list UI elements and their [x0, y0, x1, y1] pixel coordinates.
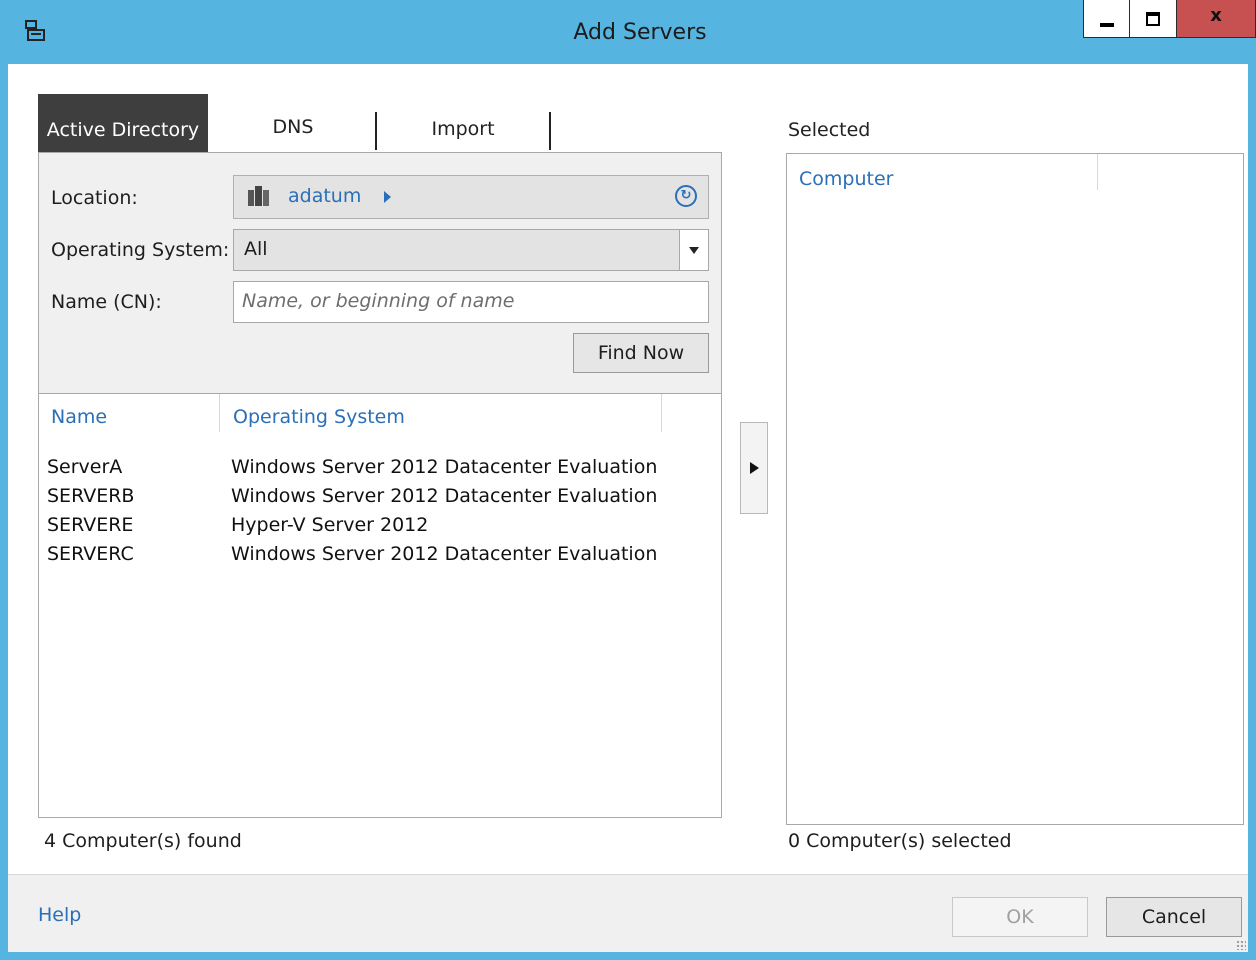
row-os: Windows Server 2012 Datacenter Evaluatio…	[231, 456, 658, 478]
row-os: Windows Server 2012 Datacenter Evaluatio…	[231, 485, 658, 507]
table-row[interactable]: SERVERC Windows Server 2012 Datacenter E…	[47, 543, 707, 572]
chevron-down-icon[interactable]	[679, 230, 708, 270]
refresh-icon[interactable]: ↻	[675, 185, 697, 207]
column-header-computer[interactable]: Computer	[799, 168, 893, 190]
tab-divider	[375, 112, 377, 150]
name-label: Name (CN):	[51, 291, 162, 313]
selected-label: Selected	[788, 119, 871, 141]
resize-grip-icon[interactable]	[1236, 940, 1246, 950]
table-row[interactable]: SERVERE Hyper-V Server 2012	[47, 514, 707, 543]
ok-button[interactable]: OK	[952, 897, 1088, 937]
find-now-button[interactable]: Find Now	[573, 333, 709, 373]
domain-icon	[248, 186, 269, 206]
close-button[interactable]: x	[1177, 0, 1256, 38]
results-rows: ServerA Windows Server 2012 Datacenter E…	[47, 456, 707, 572]
location-value[interactable]: adatum	[288, 185, 361, 207]
column-header-name[interactable]: Name	[51, 406, 107, 428]
tab-dns[interactable]: DNS	[243, 94, 343, 152]
add-to-selected-button[interactable]	[740, 422, 768, 514]
row-os: Windows Server 2012 Datacenter Evaluatio…	[231, 543, 658, 565]
chevron-right-icon[interactable]	[384, 191, 391, 203]
help-link[interactable]: Help	[38, 904, 81, 926]
dialog-client: Active Directory DNS Import Location: ad…	[8, 64, 1248, 952]
location-label: Location:	[51, 187, 138, 209]
close-icon: x	[1210, 5, 1222, 26]
column-divider	[1097, 154, 1098, 190]
tab-divider	[549, 112, 551, 150]
location-selector[interactable]: adatum ↻	[233, 175, 709, 219]
title-bar: Add Servers x	[0, 0, 1256, 64]
os-label: Operating System:	[51, 239, 230, 261]
column-divider	[219, 394, 220, 432]
maximize-button[interactable]	[1130, 0, 1177, 38]
row-name: ServerA	[47, 456, 123, 478]
os-dropdown[interactable]: All	[233, 229, 709, 271]
row-os: Hyper-V Server 2012	[231, 514, 429, 536]
search-criteria-panel: Location: adatum ↻ Operating System: All…	[38, 152, 722, 394]
tab-active-directory[interactable]: Active Directory	[38, 94, 208, 152]
cancel-button[interactable]: Cancel	[1106, 897, 1242, 937]
selected-count: 0 Computer(s) selected	[788, 830, 1012, 852]
found-count: 4 Computer(s) found	[44, 830, 242, 852]
dialog-footer: Help OK Cancel	[8, 874, 1248, 952]
row-name: SERVERB	[47, 485, 135, 507]
window-title: Add Servers	[573, 20, 707, 45]
minimize-button[interactable]	[1083, 0, 1130, 38]
row-name: SERVERE	[47, 514, 134, 536]
selected-list[interactable]: Computer	[786, 153, 1244, 825]
table-row[interactable]: SERVERB Windows Server 2012 Datacenter E…	[47, 485, 707, 514]
name-input[interactable]: Name, or beginning of name	[233, 281, 709, 323]
os-selected-value: All	[244, 238, 268, 260]
results-list[interactable]: Name Operating System ServerA Windows Se…	[38, 394, 722, 818]
column-header-os[interactable]: Operating System	[233, 406, 405, 428]
tab-import[interactable]: Import	[403, 94, 523, 152]
name-placeholder: Name, or beginning of name	[242, 290, 515, 312]
column-divider	[661, 394, 662, 432]
row-name: SERVERC	[47, 543, 134, 565]
table-row[interactable]: ServerA Windows Server 2012 Datacenter E…	[47, 456, 707, 485]
